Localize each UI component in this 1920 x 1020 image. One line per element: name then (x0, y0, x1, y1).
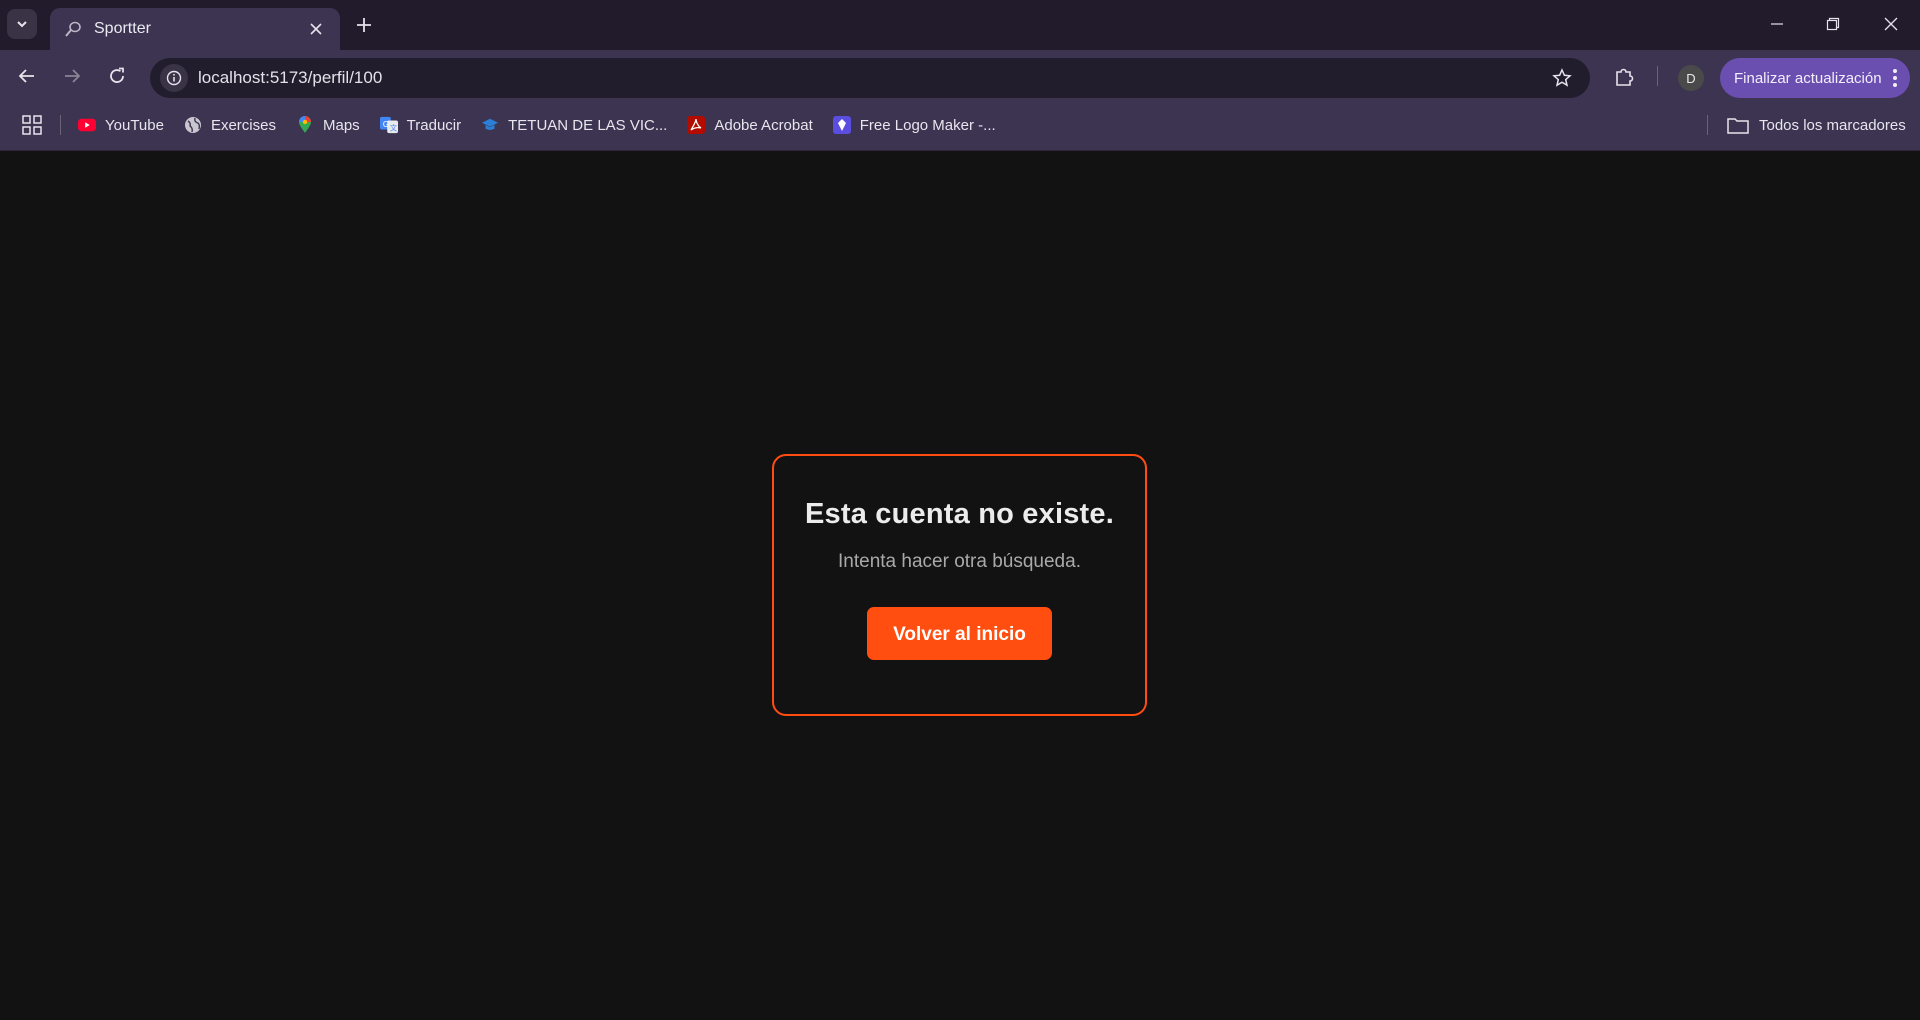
page-content: Esta cuenta no existe. Intenta hacer otr… (0, 151, 1920, 1020)
logo-maker-icon (832, 116, 851, 134)
browser-toolbar: localhost:5173/perfil/100 D Finalizar ac… (0, 50, 1920, 100)
all-bookmarks-label: Todos los marcadores (1759, 116, 1906, 134)
card-subtitle: Intenta hacer otra búsqueda. (838, 551, 1081, 572)
graduation-cap-icon (481, 116, 499, 134)
tab-strip: Sportter (0, 0, 1920, 50)
bookmark-youtube[interactable]: YouTube (78, 116, 164, 134)
forward-button[interactable] (58, 62, 86, 90)
new-tab-button[interactable] (352, 13, 376, 37)
bookmark-label: Traducir (406, 116, 462, 134)
back-arrow-icon (18, 69, 34, 83)
apps-grid-icon[interactable] (22, 115, 44, 137)
tab-search-button[interactable] (7, 9, 37, 39)
bookmarks-divider (60, 115, 61, 135)
bookmark-label: YouTube (105, 116, 164, 134)
bookmark-maps[interactable]: Maps (296, 116, 360, 134)
restore-button[interactable] (1821, 12, 1845, 36)
bookmark-label: Adobe Acrobat (714, 116, 813, 134)
maps-pin-icon (296, 116, 314, 134)
site-info-icon[interactable] (160, 64, 188, 92)
forward-arrow-icon (65, 69, 81, 83)
bookmark-label: TETUAN DE LAS VIC... (508, 116, 668, 134)
tab-title: Sportter (94, 20, 151, 37)
minimize-button[interactable] (1765, 12, 1789, 36)
extensions-button[interactable] (1610, 63, 1638, 91)
bookmark-label: Free Logo Maker -... (859, 116, 996, 134)
minimize-icon (1771, 23, 1783, 25)
bookmark-tetuan[interactable]: TETUAN DE LAS VIC... (481, 116, 667, 134)
more-menu-icon[interactable] (1892, 68, 1898, 92)
address-bar[interactable]: localhost:5173/perfil/100 (150, 58, 1590, 98)
svg-text:文: 文 (390, 123, 397, 132)
bookmark-adobe-acrobat[interactable]: Adobe Acrobat (687, 116, 813, 134)
restore-icon (1826, 17, 1840, 31)
bookmark-list: YouTube Exercises Maps G文 Traducir TETUA… (78, 100, 1016, 150)
reload-button[interactable] (103, 62, 131, 90)
plus-icon (357, 18, 371, 32)
translate-icon: G文 (379, 116, 398, 134)
youtube-icon (78, 116, 96, 134)
svg-text:G: G (382, 119, 388, 129)
close-icon (1884, 17, 1898, 31)
close-tab-icon[interactable] (304, 17, 328, 41)
reload-icon (110, 67, 124, 83)
puzzle-icon (1616, 68, 1634, 86)
all-bookmarks-button[interactable]: Todos los marcadores (1727, 100, 1906, 150)
update-button[interactable]: Finalizar actualización (1720, 58, 1910, 98)
bookmark-exercises[interactable]: Exercises (184, 116, 276, 134)
bookmark-traducir[interactable]: G文 Traducir (379, 116, 462, 134)
close-window-button[interactable] (1879, 12, 1903, 36)
update-button-label: Finalizar actualización (1734, 69, 1882, 87)
toolbar-divider (1657, 66, 1658, 86)
racket-icon (64, 20, 82, 38)
tab-sportter[interactable]: Sportter (50, 8, 340, 50)
account-not-found-card: Esta cuenta no existe. Intenta hacer otr… (772, 454, 1147, 716)
bookmarks-bar: YouTube Exercises Maps G文 Traducir TETUA… (0, 100, 1920, 151)
bookmark-label: Exercises (210, 116, 276, 134)
bookmark-free-logo-maker[interactable]: Free Logo Maker -... (832, 116, 996, 134)
back-button[interactable] (13, 62, 41, 90)
profile-avatar[interactable]: D (1678, 65, 1704, 91)
bookmark-star-icon[interactable] (1548, 64, 1576, 92)
globe-icon (184, 116, 202, 134)
chevron-down-icon (17, 21, 27, 28)
bookmarks-divider-right (1707, 115, 1708, 135)
card-title: Esta cuenta no existe. (804, 498, 1114, 530)
bookmark-label: Maps (322, 116, 360, 134)
folder-icon (1727, 116, 1749, 134)
acrobat-icon (687, 116, 706, 134)
back-home-button[interactable]: Volver al inicio (867, 607, 1052, 660)
url-text[interactable]: localhost:5173/perfil/100 (198, 68, 1548, 88)
